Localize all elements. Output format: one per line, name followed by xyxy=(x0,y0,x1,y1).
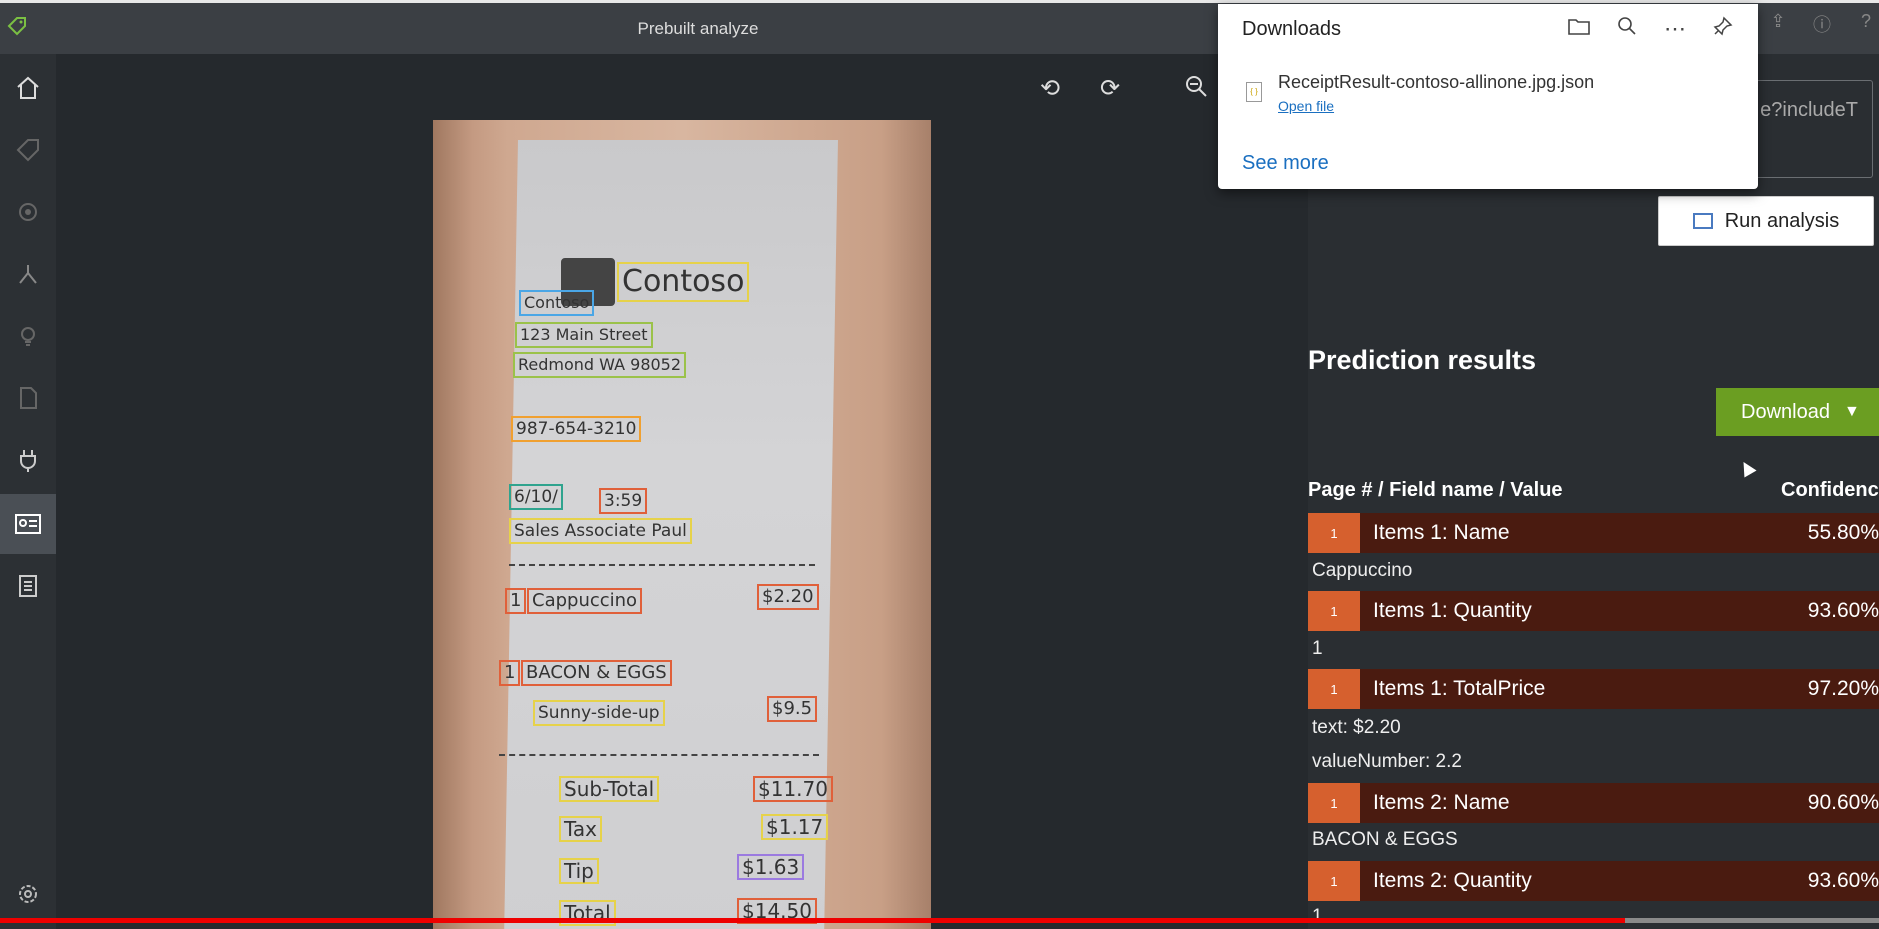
field-name: Items 1: TotalPrice xyxy=(1373,677,1546,700)
field-confidence: 90.60% xyxy=(1807,791,1879,814)
box-item2-qty[interactable]: 1 xyxy=(499,660,521,686)
settings-icon[interactable] xyxy=(0,864,56,924)
download-label: Download xyxy=(1741,400,1830,423)
sidebar xyxy=(0,54,56,929)
help-icon[interactable]: ? xyxy=(1853,11,1879,37)
more-icon[interactable]: ⋯ xyxy=(1660,16,1690,42)
receipt-divider-2 xyxy=(499,754,819,756)
box-item1-name[interactable]: Cappuccino xyxy=(527,588,643,614)
query-text: e?includeT xyxy=(1760,99,1858,121)
video-progress-fill xyxy=(0,918,1626,923)
page-badge: 1 xyxy=(1308,591,1360,631)
model-icon[interactable] xyxy=(0,182,56,242)
topbar-actions: ⇪ ⓘ ? xyxy=(1765,11,1879,37)
field-value: 1 xyxy=(1312,638,1323,659)
field-confidence: 93.60% xyxy=(1807,599,1879,622)
run-analysis-label: Run analysis xyxy=(1724,209,1840,232)
json-file-icon: { } xyxy=(1246,82,1262,102)
box-subtotal-label[interactable]: Sub-Total xyxy=(559,776,660,802)
box-item2-desc[interactable]: Sunny-side-up xyxy=(533,700,665,726)
form-icon[interactable] xyxy=(0,556,56,616)
tag-icon[interactable] xyxy=(0,120,56,180)
page-badge: 1 xyxy=(1308,861,1360,901)
downloads-panel: Downloads ⋯ { } ReceiptResult-contoso-al… xyxy=(1218,4,1758,189)
box-item1-qty[interactable]: 1 xyxy=(505,588,527,614)
home-icon[interactable] xyxy=(0,58,56,118)
result-row[interactable]: 1 Items 2: Quantity 93.60% xyxy=(1308,861,1879,901)
see-more-link[interactable]: See more xyxy=(1242,152,1329,175)
download-filename[interactable]: ReceiptResult-contoso-allinone.jpg.json xyxy=(1278,72,1594,93)
downloads-title: Downloads xyxy=(1242,18,1341,40)
document-icon[interactable] xyxy=(0,368,56,428)
field-name: Items 1: Name xyxy=(1373,521,1510,544)
box-phone[interactable]: 987-654-3210 xyxy=(511,416,642,442)
box-address-1[interactable]: 123 Main Street xyxy=(515,322,653,348)
box-subtotal[interactable]: $11.70 xyxy=(753,776,833,802)
box-merchant[interactable]: Contoso xyxy=(519,290,595,316)
share-icon[interactable]: ⇪ xyxy=(1765,11,1791,37)
rotate-right-icon[interactable]: ⟳ xyxy=(1100,74,1120,103)
page-badge: 1 xyxy=(1308,669,1360,709)
merge-icon[interactable] xyxy=(0,244,56,304)
video-progress-bar[interactable] xyxy=(0,918,1879,923)
field-value: Cappuccino xyxy=(1312,560,1413,581)
box-date[interactable]: 6/10/ xyxy=(509,484,563,510)
field-value: BACON & EGGS xyxy=(1312,829,1458,850)
box-item2-name[interactable]: BACON & EGGS xyxy=(521,660,672,686)
pin-icon[interactable] xyxy=(1708,16,1738,42)
run-analysis-button[interactable]: Run analysis xyxy=(1658,196,1874,246)
box-tip[interactable]: $1.63 xyxy=(737,854,805,880)
field-confidence: 55.80% xyxy=(1807,521,1879,544)
page-badge: 1 xyxy=(1308,783,1360,823)
open-file-link[interactable]: Open file xyxy=(1278,98,1334,114)
result-row[interactable]: 1 Items 1: Quantity 93.60% xyxy=(1308,591,1879,631)
page-title: Prebuilt analyze xyxy=(637,19,759,38)
chevron-down-icon: ▼ xyxy=(1843,403,1860,420)
download-button[interactable]: Download ▼ xyxy=(1716,388,1879,436)
field-value: text: $2.20 xyxy=(1312,717,1401,738)
analysis-icon xyxy=(1692,213,1713,229)
page-badge: 1 xyxy=(1308,513,1360,553)
results-header-confidence: Confidence xyxy=(1781,479,1879,501)
prediction-results-title: Prediction results xyxy=(1308,345,1537,375)
box-sales-associate[interactable]: Sales Associate Paul xyxy=(509,518,692,544)
lightbulb-icon[interactable] xyxy=(0,306,56,366)
box-tax-label[interactable]: Tax xyxy=(559,816,602,842)
result-row[interactable]: 1 Items 1: TotalPrice 97.20% xyxy=(1308,669,1879,709)
box-time[interactable]: 3:59 xyxy=(599,488,648,514)
plug-icon[interactable] xyxy=(0,430,56,490)
id-card-icon[interactable] xyxy=(0,494,56,554)
zoom-out-icon[interactable] xyxy=(1184,74,1208,105)
field-name: Items 2: Quantity xyxy=(1373,869,1532,892)
info-icon[interactable]: ⓘ xyxy=(1809,11,1835,37)
field-value: 1 xyxy=(1312,906,1323,927)
rotate-left-icon[interactable]: ⟲ xyxy=(1040,74,1060,103)
receipt-image: Contoso Contoso 123 Main Street Redmond … xyxy=(433,120,931,929)
result-row[interactable]: 1 Items 1: Name 55.80% xyxy=(1308,513,1879,553)
folder-icon[interactable] xyxy=(1564,16,1594,42)
field-name: Items 1: Quantity xyxy=(1373,599,1532,622)
downloads-toolbar: ⋯ xyxy=(1564,16,1738,42)
result-row[interactable]: 1 Items 2: Name 90.60% xyxy=(1308,783,1879,823)
field-confidence: 93.60% xyxy=(1807,869,1879,892)
field-confidence: 97.20% xyxy=(1807,677,1879,700)
box-logo-text[interactable]: Contoso xyxy=(617,262,750,302)
box-address-2[interactable]: Redmond WA 98052 xyxy=(513,352,687,378)
field-name: Items 2: Name xyxy=(1373,791,1510,814)
box-item2-price[interactable]: $9.5 xyxy=(767,696,818,722)
box-item1-price[interactable]: $2.20 xyxy=(757,584,819,610)
field-value: valueNumber: 2.2 xyxy=(1312,751,1462,772)
search-icon[interactable] xyxy=(1612,16,1642,42)
box-tip-label[interactable]: Tip xyxy=(559,858,599,884)
box-tax[interactable]: $1.17 xyxy=(761,814,829,840)
receipt-divider xyxy=(509,564,815,566)
